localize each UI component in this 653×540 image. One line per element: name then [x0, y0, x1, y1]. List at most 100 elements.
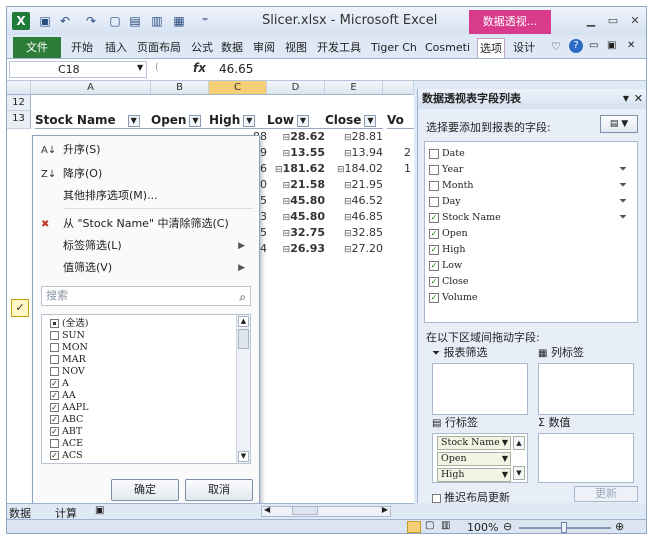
close-icon[interactable]: ✕ [625, 13, 645, 29]
table-cell[interactable]: ⊟181.62 [271, 161, 325, 177]
tab-tiger[interactable]: Tiger Ch [369, 38, 419, 58]
row-labels-area[interactable]: Stock Name ▼ Open ▼ High ▼ ▲ ▼ [432, 433, 528, 483]
checkbox[interactable] [429, 148, 439, 159]
page-layout-view-icon[interactable]: ▢ [425, 520, 434, 531]
table-cell[interactable]: 1 [387, 161, 411, 177]
tab-page-layout[interactable]: 页面布局 [135, 38, 183, 58]
tab-developer[interactable]: 开发工具 [315, 38, 363, 58]
help-icon[interactable]: ? [569, 39, 583, 53]
print-preview-icon[interactable]: ▥ [149, 13, 165, 29]
tab-file[interactable]: 文件 [13, 37, 61, 58]
col-header-f[interactable] [383, 81, 414, 95]
redo-icon[interactable]: ↷ [83, 13, 99, 29]
field-item[interactable]: ✓ High [429, 242, 633, 257]
table-cell[interactable]: ⊟45.80 [271, 193, 325, 209]
doc-restore-icon[interactable]: ▣ [607, 40, 616, 51]
tab-cosmetic[interactable]: Cosmeti [423, 38, 472, 58]
checkbox[interactable] [50, 319, 59, 328]
cancel-button[interactable]: 取消 [185, 479, 253, 501]
minimize-icon[interactable]: ▁ [581, 13, 601, 29]
name-box[interactable]: C18 [9, 61, 147, 78]
table-cell[interactable] [387, 241, 411, 257]
header-volume[interactable]: Vo [387, 111, 414, 129]
chip-dropdown-icon[interactable]: ▼ [502, 469, 508, 481]
table-cell[interactable]: ⊟27.20 [329, 241, 383, 257]
checkbox[interactable] [50, 343, 59, 352]
tab-design[interactable]: 设计 [511, 38, 537, 58]
zoom-out-icon[interactable]: ⊖ [503, 520, 512, 533]
checkbox[interactable] [50, 367, 59, 376]
table-cell[interactable]: ⊟21.95 [329, 177, 383, 193]
high-filter-icon[interactable]: ▼ [243, 114, 256, 127]
open-filter-icon[interactable]: ▼ [189, 114, 202, 127]
h-scroll-thumb[interactable] [292, 506, 318, 515]
field-item[interactable]: ✓ Stock Name ⏷ [429, 210, 633, 225]
corner-select-all[interactable] [7, 81, 31, 95]
checkbox[interactable]: ✓ [50, 379, 59, 388]
label-filter-item[interactable]: 标签筛选(L) ▶ [41, 236, 253, 256]
checkbox[interactable]: ✓ [50, 391, 59, 400]
checkbox[interactable] [50, 355, 59, 364]
row-area-scroll-up-icon[interactable]: ▲ [513, 436, 525, 450]
doc-minimize-icon[interactable]: ▭ [589, 40, 598, 51]
checkbox[interactable]: ✓ [50, 403, 59, 412]
field-item[interactable]: ✓ Close [429, 274, 633, 289]
undo-icon[interactable]: ↶ [57, 13, 73, 29]
sort-descending-item[interactable]: Z↓ 降序(O) [41, 164, 253, 184]
checkbox[interactable] [50, 439, 59, 448]
table-cell[interactable]: ⊟28.81 [329, 129, 383, 145]
row-chip-high[interactable]: High ▼ [437, 468, 511, 482]
field-item[interactable]: ✓ Open [429, 226, 633, 241]
collapse-icon[interactable]: ⊟ [344, 245, 352, 255]
open-icon[interactable]: ▤ [127, 13, 143, 29]
table-cell[interactable] [387, 129, 411, 145]
checkbox[interactable] [429, 180, 439, 191]
checkbox[interactable] [50, 331, 59, 340]
stock-name-filter-icon[interactable]: ▼ [127, 114, 140, 127]
field-item[interactable]: Date [429, 146, 633, 161]
table-cell[interactable]: ⊟21.58 [271, 177, 325, 193]
column-labels-area[interactable] [538, 363, 634, 415]
restore-icon[interactable]: ▭ [603, 13, 623, 29]
field-item[interactable]: Month ⏷ [429, 178, 633, 193]
close-filter-icon[interactable]: ▼ [364, 114, 377, 127]
tab-review[interactable]: 审阅 [251, 38, 277, 58]
zoom-in-icon[interactable]: ⊕ [615, 520, 624, 533]
collapse-icon[interactable]: ⊟ [344, 181, 352, 191]
table-cell[interactable]: ⊟32.85 [329, 225, 383, 241]
collapse-icon[interactable]: ⊟ [344, 197, 352, 207]
ok-button[interactable]: 确定 [111, 479, 179, 501]
checkbox[interactable]: ✓ [429, 276, 439, 287]
row-chip-open[interactable]: Open ▼ [437, 452, 511, 466]
checkbox[interactable]: ✓ [50, 427, 59, 436]
row-chip-stock-name[interactable]: Stock Name ▼ [437, 436, 511, 450]
horizontal-scrollbar[interactable]: ◀ ▶ [261, 505, 391, 517]
checkbox[interactable] [429, 164, 439, 175]
scroll-thumb[interactable] [238, 329, 249, 349]
doc-close-icon[interactable]: ✕ [627, 40, 635, 51]
checkbox[interactable]: ✓ [429, 212, 439, 223]
col-header-e[interactable]: E [325, 81, 383, 95]
table-cell[interactable]: ⊟13.94 [329, 145, 383, 161]
header-high[interactable]: High ▼ [209, 111, 267, 129]
table-cell[interactable]: ⊟26.93 [271, 241, 325, 257]
pane-options-icon[interactable]: ▼ [623, 89, 629, 109]
table-cell[interactable] [387, 225, 411, 241]
row-header-13[interactable]: 13 [7, 111, 31, 129]
checkbox[interactable]: ✓ [429, 228, 439, 239]
low-filter-icon[interactable]: ▼ [296, 114, 309, 127]
chip-dropdown-icon[interactable]: ▼ [502, 437, 508, 449]
list-item[interactable]: ✓ ACS [50, 449, 83, 462]
page-break-view-icon[interactable]: ▥ [441, 520, 450, 531]
table-cell[interactable]: ⊟45.80 [271, 209, 325, 225]
col-header-b[interactable]: B [151, 81, 209, 95]
defer-update-checkbox[interactable]: 推迟布局更新 [432, 489, 510, 505]
customize-toolbar-icon[interactable]: ⁼ [197, 13, 213, 29]
list-scrollbar[interactable]: ▲ ▼ [236, 315, 250, 463]
collapse-icon[interactable]: ⊟ [337, 165, 345, 175]
tab-data[interactable]: 数据 [219, 38, 245, 58]
pane-close-icon[interactable]: ✕ [634, 89, 643, 109]
save-icon[interactable]: ▣ [37, 13, 53, 29]
field-list[interactable]: Date Year ⏷ Month ⏷ Day ⏷ ✓ Stock Name ⏷ ✓ Open ✓ Hig… [424, 141, 638, 323]
field-item[interactable]: ✓ Volume [429, 290, 633, 305]
